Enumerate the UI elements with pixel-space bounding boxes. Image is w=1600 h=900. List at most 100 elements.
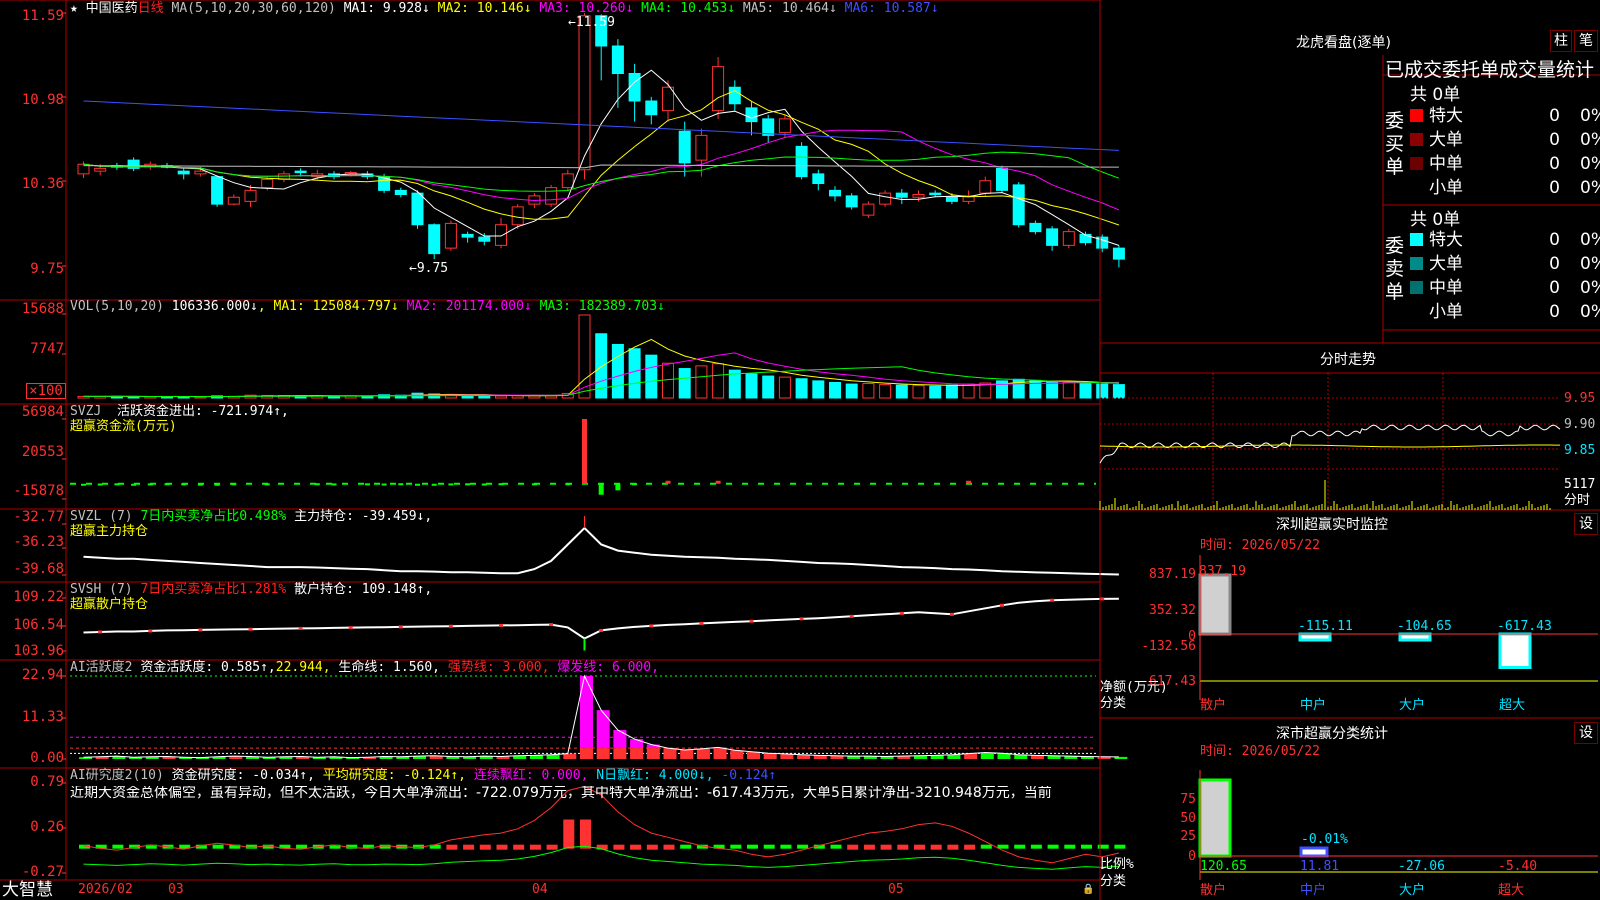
monitor-axis-tick: 837.19 — [1149, 567, 1196, 582]
vol-unit-badge[interactable]: ×100 — [26, 383, 66, 399]
ma1-value: MA1: 9.928↓ — [343, 1, 430, 16]
svzl-title: 超赢主力持仓 — [70, 524, 149, 539]
vol-axis-tick: 7747 — [30, 341, 64, 357]
tick-mode-button[interactable]: 笔 — [1574, 30, 1598, 52]
stock-name[interactable]: 中国医药 — [86, 1, 138, 16]
monitor-axis-tick: -132.56 — [1141, 639, 1196, 654]
research-axis-tick: 0.26 — [30, 819, 64, 835]
svsh-axis-tick: 106.54 — [13, 617, 64, 633]
date-axis-label: 05 — [888, 882, 904, 897]
buy-row-xl: 特大00% — [1410, 104, 1600, 128]
price-legend: ★ 中国医药日线 MA(5,10,20,30,60,120) MA1: 9.92… — [70, 1, 939, 16]
intraday-price-line — [1099, 424, 1561, 464]
svzj-title: 超赢资金流(万元) — [70, 419, 177, 434]
buy-order-label: 委买单 — [1385, 110, 1405, 178]
svzl-axis-tick: -36.23 — [13, 534, 64, 550]
period-label[interactable]: 日线 — [138, 1, 164, 16]
classify-category: 大户 — [1399, 883, 1426, 898]
monitor-axis-tick: 352.32 — [1149, 603, 1196, 618]
low-price-marker: ←9.75 — [409, 261, 449, 276]
svzl-axis-tick: -32.77 — [13, 509, 64, 525]
price-axis-tick: 10.98 — [21, 92, 64, 108]
buy-total: 共 0单 — [1410, 85, 1461, 105]
research-commentary: 近期大资金总体偏空，虽有异动，但不太活跃，今日大单净流出：-722.079万元，… — [70, 786, 1052, 801]
classify-axis-tick: 0 — [1188, 849, 1196, 864]
lock-icon[interactable]: 🔒 — [1082, 882, 1094, 897]
intraday-axis-tick: 9.90 — [1564, 417, 1596, 432]
svzj-axis-tick: 56984 — [21, 404, 64, 420]
dragon-title: 龙虎看盘(逐单) — [1296, 35, 1391, 51]
vol-axis-tick: 15688 — [21, 301, 64, 317]
ma3-value: MA3: 10.260↓ — [539, 1, 634, 16]
monitor-category: 中户 — [1300, 698, 1327, 713]
color-swatch — [1410, 133, 1423, 146]
svsh-axis-tick: 103.96 — [13, 643, 64, 659]
sell-row-xl: 特大00% — [1410, 228, 1600, 252]
classify-axis-tick: 50 — [1180, 811, 1196, 826]
svsh-title: 超赢散户持仓 — [70, 597, 149, 612]
classify-xlabel: 分类 — [1100, 874, 1127, 889]
dragon-header: 已成交委托单成交量统计 — [1385, 59, 1595, 81]
svzj-axis-tick: 20553 — [21, 444, 64, 460]
monitor-category: 散户 — [1200, 698, 1227, 713]
price-axis-tick: 11.59 — [21, 8, 64, 24]
ai-axis-tick: 0.00 — [30, 750, 64, 766]
monitor-value: -104.65 — [1397, 619, 1452, 634]
classify-category: 超大 — [1498, 883, 1525, 898]
intraday-avg-line — [1100, 444, 1560, 448]
ma-params: MA(5,10,20,30,60,120) — [171, 1, 336, 16]
color-swatch — [1410, 257, 1423, 270]
monitor-time: 时间: 2026/05/22 — [1200, 538, 1320, 553]
classify-ylabel: 比例% — [1100, 857, 1134, 872]
research-axis-tick: -0.27 — [21, 864, 64, 880]
vol-legend: VOL(5,10,20) 106336.000↓, MA1: 125084.79… — [70, 299, 665, 314]
color-swatch — [1410, 281, 1423, 294]
star-icon[interactable]: ★ — [70, 1, 78, 16]
bar-mode-button[interactable]: 柱 — [1550, 30, 1572, 52]
color-swatch — [1410, 157, 1423, 170]
price-axis-tick: 9.75 — [30, 261, 64, 277]
classify-axis-tick: 25 — [1180, 829, 1196, 844]
classify-value: -5.40 — [1498, 859, 1538, 874]
sell-order-label: 委卖单 — [1385, 235, 1405, 303]
monitor-settings-button[interactable]: 设 — [1574, 513, 1598, 535]
intraday-vol-value: 5117 — [1564, 477, 1596, 492]
ma6-value: MA6: 10.587↓ — [844, 1, 939, 16]
ma2-value: MA2: 10.146↓ — [437, 1, 532, 16]
sell-row-l: 大单00% — [1410, 252, 1600, 276]
brand-label: 大智慧 — [2, 880, 53, 900]
svzj-legend: SVZJ 活跃资金进出: -721.974↑, — [70, 404, 289, 419]
monitor-value: -115.11 — [1298, 619, 1353, 634]
monitor-value: -617.43 — [1497, 619, 1552, 634]
research-legend: AI研究度2(10) 资金研究度: -0.034↑, 平均研究度: -0.124… — [70, 768, 777, 783]
svsh-legend: SVSH (7) 7日内买卖净占比1.281% 散户持仓: 109.148↑, — [70, 582, 433, 597]
classify-title: 深市超赢分类统计 — [1276, 726, 1388, 742]
monitor-bar — [1398, 632, 1432, 642]
monitor-bar — [1498, 632, 1532, 670]
classify-annotation: -0.01% — [1301, 832, 1348, 847]
classify-value: 120.65 — [1200, 859, 1247, 874]
date-axis-label: 04 — [532, 882, 548, 897]
buy-row-s: 小单00% — [1429, 178, 1600, 198]
classify-time: 时间: 2026/05/22 — [1200, 744, 1320, 759]
monitor-category: 超大 — [1499, 698, 1526, 713]
color-swatch — [1410, 109, 1423, 122]
svzl-legend: SVZL (7) 7日内买卖净占比0.498% 主力持仓: -39.459↓, — [70, 509, 433, 524]
monitor-xlabel: 分类 — [1100, 696, 1127, 711]
ai-legend: AI活跃度2 资金活跃度: 0.585↑,22.944, 生命线: 1.560,… — [70, 660, 659, 675]
classify-bar — [1299, 846, 1329, 858]
classify-settings-button[interactable]: 设 — [1574, 722, 1598, 744]
ai-axis-tick: 22.94 — [21, 667, 64, 683]
svzl-axis-tick: -39.68 — [13, 561, 64, 577]
ma5-value: MA5: 10.464↓ — [742, 1, 837, 16]
svsh-axis-tick: 109.22 — [13, 589, 64, 605]
date-axis-label: 03 — [168, 882, 184, 897]
ai-axis-tick: 11.33 — [21, 709, 64, 725]
monitor-bar — [1298, 632, 1332, 642]
ma4-value: MA4: 10.453↓ — [641, 1, 736, 16]
monitor-value: 837.19 — [1199, 564, 1246, 579]
high-price-marker: ←11.59 — [568, 15, 615, 30]
classify-category: 散户 — [1200, 883, 1227, 898]
monitor-title: 深圳超赢实时监控 — [1276, 517, 1388, 533]
intraday-axis-tick: 9.85 — [1564, 443, 1596, 458]
